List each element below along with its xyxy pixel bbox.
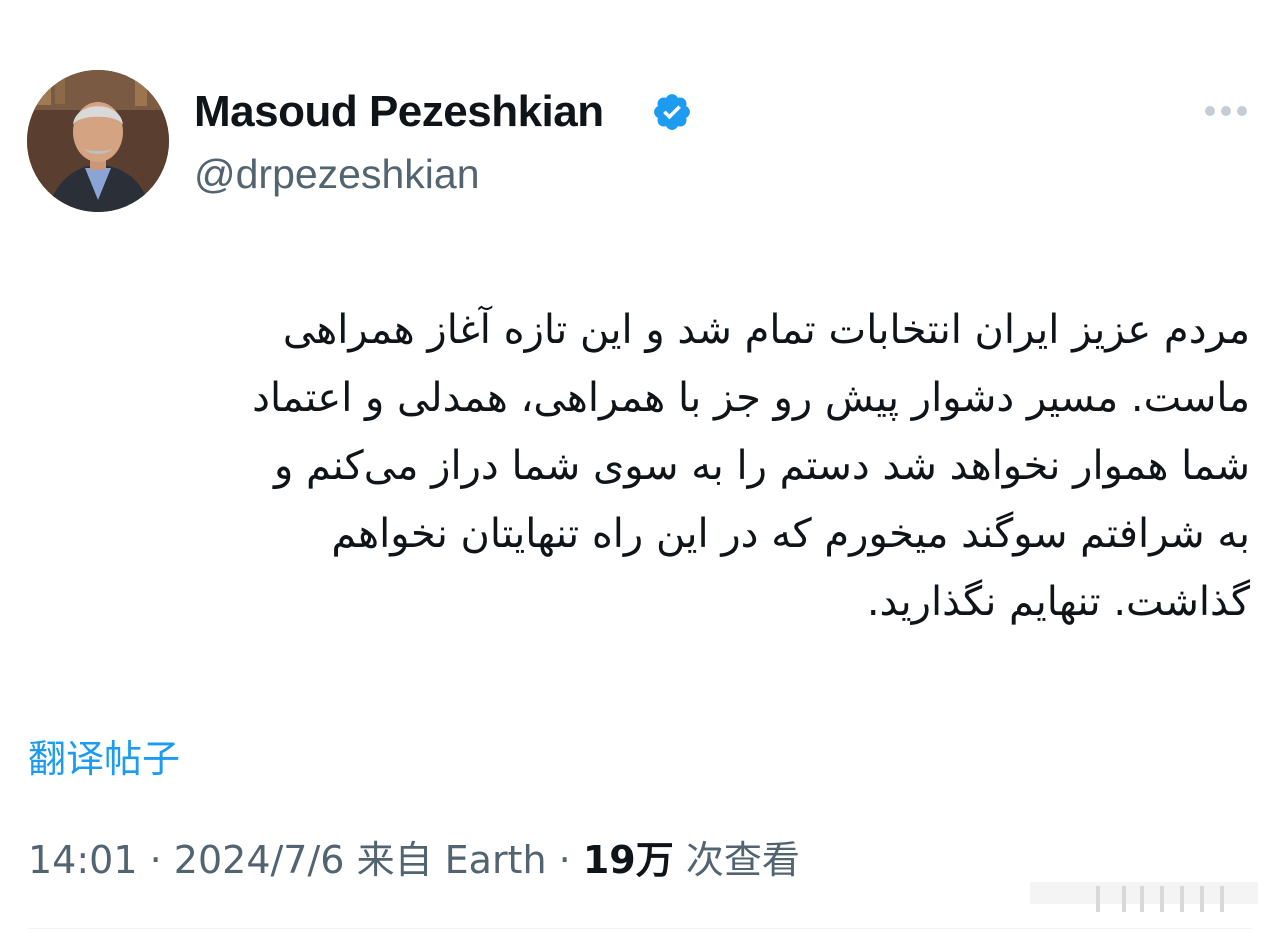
tweet-meta: 14:01 · 2024/7/6 来自 Earth · 19万 次查看 <box>28 836 800 884</box>
verified-badge-icon <box>654 94 690 130</box>
tweet-text-line: به شرافتم سوگند میخورم که در این راه تنه… <box>331 511 1250 557</box>
more-options-icon[interactable] <box>1200 96 1252 126</box>
tweet-text-line: ماست. مسیر دشوار پیش رو جز با همراهی، هم… <box>252 375 1250 421</box>
avatar-photo <box>27 70 169 212</box>
divider <box>28 928 1252 929</box>
tweet-text-line: گذاشت. تنهایم نگذارید. <box>866 579 1250 625</box>
tweet-time[interactable]: 14:01 <box>28 838 138 882</box>
tweet-text-line: شما هموار نخواهد شد دستم را به سوی شما د… <box>273 443 1250 489</box>
translate-post-link[interactable]: 翻译帖子 <box>28 736 180 782</box>
watermark <box>1030 882 1258 912</box>
author-display-name[interactable]: Masoud Pezeshkian <box>194 86 604 138</box>
tweet-text: مردم عزیز ایران انتخابات تمام شد و این ت… <box>30 296 1250 636</box>
author-handle[interactable]: @drpezeshkian <box>194 150 480 198</box>
tweet-text-line: مردم عزیز ایران انتخابات تمام شد و این ت… <box>282 307 1250 353</box>
tweet-source: 来自 Earth <box>356 838 547 882</box>
tweet-date[interactable]: 2024/7/6 <box>174 838 345 882</box>
meta-separator: · <box>149 838 162 882</box>
meta-separator: · <box>558 838 571 882</box>
avatar[interactable] <box>27 70 169 212</box>
views-label: 次查看 <box>685 838 800 882</box>
views-count: 19万 <box>582 838 674 882</box>
